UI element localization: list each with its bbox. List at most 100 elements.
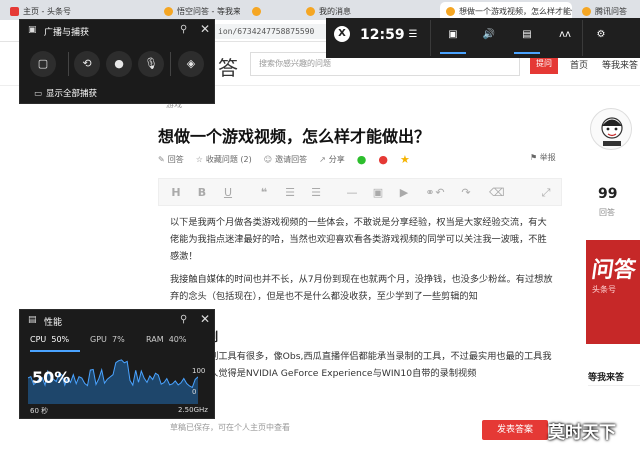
qzone-icon[interactable]: ★ [400, 153, 410, 166]
performance-icon[interactable]: ▤ [520, 28, 534, 42]
pin-icon[interactable]: ⚲ [180, 24, 187, 35]
ad-title: 问答 [589, 258, 638, 283]
nav-wait-answer-link[interactable]: 等我来答 [602, 58, 638, 71]
answer-action-label: 回答 [167, 154, 184, 164]
undo-icon[interactable]: ↶ [433, 186, 447, 200]
tab-gpu[interactable]: GPU 7% [90, 335, 125, 344]
wukong-icon [252, 6, 261, 16]
report-label: 举报 [539, 153, 556, 162]
cpu-usage-value: 50% [32, 368, 71, 387]
divider-icon[interactable]: — [345, 186, 359, 200]
show-all-label: 显示全部捕获 [46, 89, 98, 99]
tab-cpu[interactable]: CPU 50% [30, 335, 69, 344]
time-window-label: 60 秒 [30, 407, 49, 415]
screenshot-icon[interactable]: ▢ [30, 51, 56, 77]
panel-title: 性能 [44, 318, 63, 328]
answer-count: 99 [598, 186, 618, 202]
divider [68, 52, 69, 76]
bold-icon[interactable]: B [195, 186, 209, 200]
video-icon[interactable]: ▶ [397, 186, 411, 200]
tab-title: 我的消息 [319, 6, 351, 16]
panel-header[interactable]: ▤ 性能 ⚲ ✕ [20, 310, 214, 332]
invite-action[interactable]: ☺ 邀请回答 [264, 154, 307, 165]
browser-tab[interactable]: 主页 - 头条号 [4, 2, 76, 20]
user-avatar[interactable] [590, 108, 632, 150]
favorite-action[interactable]: ☆ 收藏问题 (2) [196, 154, 252, 165]
share-icon: ↗ [319, 154, 326, 164]
publish-answer-button[interactable]: 发表答案 [482, 420, 548, 440]
close-icon[interactable]: ✕ [200, 22, 210, 36]
underline-icon[interactable]: U [221, 186, 235, 200]
record-last-icon[interactable]: ⟲ [74, 51, 100, 77]
answer-paragraph[interactable]: 我接触自媒体的时间也并不长，从7月份到现在也就两个月，没挣钱，也没多少粉丝。有过… [170, 271, 554, 305]
divider [588, 385, 640, 386]
divider [582, 20, 583, 56]
draft-saved-note: 草稿已保存，可在个人主页中查看 [170, 423, 290, 432]
tab-title: 腾讯问答 [595, 6, 627, 16]
question-actions: ✎ 回答 ☆ 收藏问题 (2) ☺ 邀请回答 ↗ 分享 ● ● ★ [158, 152, 410, 166]
menu-icon[interactable]: ☰ [406, 28, 420, 42]
panel-header[interactable]: ▣ 广播与捕获 ⚲ ✕ [20, 20, 214, 42]
record-icon[interactable]: ● [106, 51, 132, 77]
share-action-label: 分享 [328, 154, 345, 164]
panel-title: 广播与捕获 [44, 28, 90, 38]
star-icon: ☆ [195, 154, 203, 164]
tab-value: 7% [111, 335, 125, 344]
redo-icon[interactable]: ↷ [459, 186, 473, 200]
active-widget-indicator [440, 52, 466, 54]
tab-title: 悟空问答 - 等我来答 [177, 6, 240, 16]
broadcast-icon[interactable]: ◈ [178, 51, 204, 77]
answer-paragraph[interactable]: 以下是我两个月做各类游戏视频的一些体会，不敢说是分享经验，权当是大家经验交流，有… [170, 214, 554, 265]
unordered-list-icon[interactable]: ☰ [309, 186, 323, 200]
flag-icon: ⚑ [530, 153, 540, 162]
tab-label: CPU [30, 335, 47, 344]
ad-banner[interactable]: 问答 头条号 [586, 240, 640, 344]
weibo-icon[interactable]: ● [378, 153, 388, 166]
editor-toolbar: H B U ❝ ☰ ☰ — ▣ ▶ ⚭ ↶ ↷ ⌫ ⤢ [158, 178, 562, 206]
sidebar-section-title[interactable]: 等我来答 [588, 370, 624, 383]
watermark: 莫时天下 [548, 423, 616, 443]
capture-widget-icon[interactable]: ▣ [446, 28, 460, 42]
tab-title: 想做一个游戏视频，怎么样才能做 [459, 6, 572, 16]
pencil-icon: ✎ [158, 154, 165, 164]
tab-label: GPU [90, 335, 107, 344]
axis-min-label: 0 [192, 388, 197, 396]
settings-icon[interactable]: ⚙ [594, 28, 608, 42]
mic-off-icon[interactable]: 🎙 [138, 51, 164, 77]
report-link[interactable]: ⚑ 举报 [530, 152, 556, 163]
cpu-frequency-label: 2.50GHz [178, 406, 208, 414]
wechat-icon[interactable]: ● [357, 153, 367, 166]
answer-count-label: 回答 [599, 208, 615, 217]
capture-panel: ▣ 广播与捕获 ⚲ ✕ ▢ ⟲ ● 🎙 ◈ ▭ 显示全部捕获 [19, 19, 215, 104]
share-action[interactable]: ↗ 分享 [319, 154, 345, 165]
performance-icon: ▤ [28, 315, 37, 325]
heading-icon[interactable]: H [169, 186, 183, 200]
clear-format-icon[interactable]: ⌫ [489, 186, 505, 200]
pin-icon[interactable]: ⚲ [180, 314, 187, 325]
close-icon[interactable]: ✕ [200, 312, 210, 326]
quote-icon[interactable]: ❝ [257, 186, 271, 200]
wukong-icon [446, 6, 455, 16]
selected-tab-indicator [30, 350, 80, 352]
fullscreen-icon[interactable]: ⤢ [539, 186, 553, 200]
social-icon[interactable]: ᴧᴧ [558, 28, 572, 42]
tab-ram[interactable]: RAM 40% [146, 335, 186, 344]
answer-action[interactable]: ✎ 回答 [158, 154, 184, 165]
gallery-icon: ▭ [34, 89, 43, 99]
tab-value: 40% [168, 335, 187, 344]
audio-icon[interactable]: 🔊 [482, 28, 496, 42]
invite-action-label: 邀请回答 [275, 154, 308, 164]
xbox-icon[interactable]: X [334, 26, 350, 42]
ordered-list-icon[interactable]: ☰ [283, 186, 297, 200]
tab-value: 50% [51, 335, 70, 344]
tab-title: 主页 - 头条号 [23, 6, 71, 16]
browser-tab-strip: 主页 - 头条号 悟空问答 - 等我来答 我的消息 想做一个游戏视频，怎么样才能… [0, 0, 640, 20]
site-logo[interactable]: 答 [218, 52, 238, 81]
nav-home-link[interactable]: 首页 [570, 58, 588, 71]
image-icon[interactable]: ▣ [371, 186, 385, 200]
show-all-captures-link[interactable]: ▭ 显示全部捕获 [34, 87, 97, 99]
browser-tab[interactable]: 悟空问答 - 等我来答 [158, 2, 240, 20]
ad-subtitle: 头条号 [592, 285, 616, 294]
wukong-icon [306, 6, 315, 16]
answer-paragraph[interactable]: 录制工具有很多，像Obs,西瓜直播伴侣都能承当录制的工具，不过最实用也最的工具我… [200, 348, 554, 382]
